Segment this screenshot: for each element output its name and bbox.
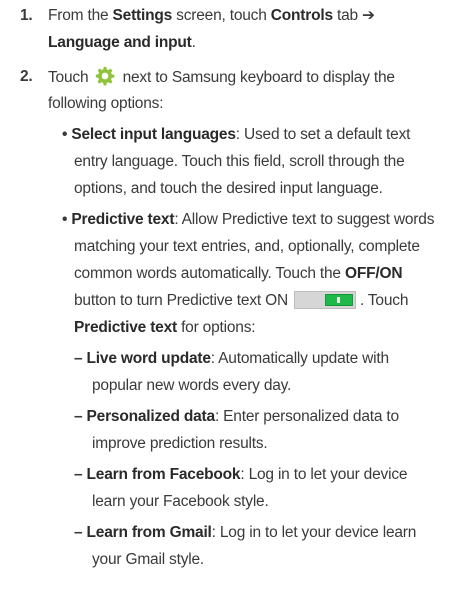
suboption-line: popular new words every day. [92, 377, 292, 394]
off-on-label: OFF/ON [344, 265, 403, 282]
step-2-line-2: following options: [48, 95, 164, 112]
option-line: options, and touch the desired input lan… [74, 180, 383, 197]
suboption-line: your Gmail style. [92, 551, 205, 568]
option-predictive-text: • Predictive text: Allow Predictive text… [62, 211, 435, 228]
suboption-line: learn your Facebook style. [92, 493, 269, 510]
settings-label: Settings [112, 7, 173, 24]
step-number: 1. [20, 7, 33, 24]
option-line: matching your text entries, and, optiona… [74, 238, 420, 255]
step-1-line-2: Language and input. [48, 34, 196, 51]
option-line: button to turn Predictive text ON. Touch [74, 291, 409, 309]
suboption-line: improve prediction results. [92, 435, 268, 452]
predictive-text-toggle [293, 291, 356, 309]
suboption-learn-from-gmail: – Learn from Gmail: Log in to let your d… [74, 524, 417, 541]
step-2-line-1: Touch next to Samsung keyboard to displa… [48, 66, 395, 89]
toggle-knob [324, 294, 353, 306]
arrow-text: tab ➔ [332, 7, 375, 24]
step-1-line-1: From the Settings screen, touch Controls… [48, 7, 375, 24]
step-number: 2. [20, 68, 33, 85]
language-input-label: Language and input [48, 34, 192, 51]
suboption-live-word-update: – Live word update: Automatically update… [74, 350, 389, 367]
manual-page: 1. From the Settings screen, touch Contr… [0, 0, 472, 596]
option-line: Predictive text for options: [74, 319, 256, 336]
option-select-input-languages: • Select input languages: Used to set a … [62, 126, 411, 143]
suboption-learn-from-facebook: – Learn from Facebook: Log in to let you… [74, 466, 408, 483]
option-line: entry language. Touch this field, scroll… [74, 153, 405, 170]
option-line: common words automatically. Touch the OF… [74, 265, 403, 282]
suboption-personalized-data: – Personalized data: Enter personalized … [74, 408, 399, 425]
gear-icon [96, 66, 115, 86]
controls-label: Controls [270, 7, 333, 24]
